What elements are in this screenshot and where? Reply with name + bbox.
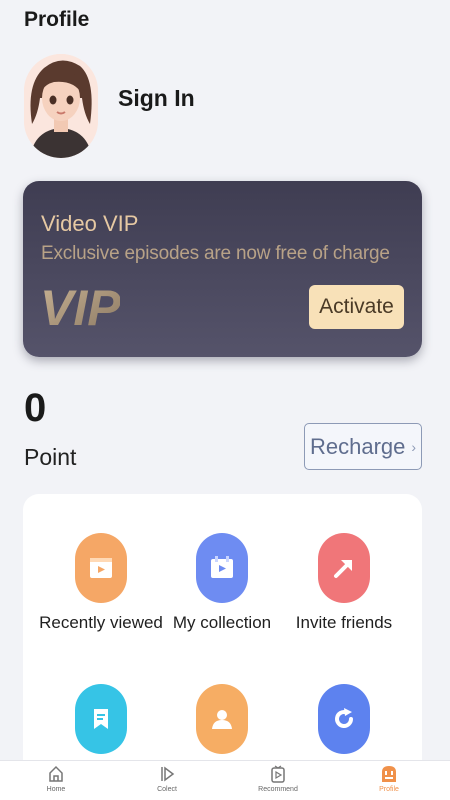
home-icon — [49, 765, 63, 782]
recommend-icon — [271, 765, 285, 783]
collection-icon — [196, 533, 248, 603]
avatar[interactable] — [24, 54, 98, 158]
svg-text:VIP: VIP — [40, 281, 120, 331]
points-value: 0 — [24, 386, 47, 430]
tab-label: Profile — [379, 786, 399, 793]
vip-subtitle: Exclusive episodes are now free of charg… — [41, 243, 390, 264]
tab-label: Home — [46, 786, 66, 793]
feature-label: Recently viewed — [39, 613, 163, 632]
bookmark-icon — [75, 684, 127, 754]
page-title: Profile — [24, 8, 90, 31]
tab-label: Colect — [157, 786, 177, 793]
points-label: Point — [24, 444, 77, 470]
profile-icon — [382, 766, 396, 782]
vip-card[interactable]: Video VIP Exclusive episodes are now fre… — [23, 181, 422, 357]
tab-recommend[interactable]: Recommend — [233, 765, 323, 793]
feature-label: Invite friends — [295, 613, 393, 632]
tab-profile[interactable]: Profile — [344, 765, 434, 793]
tab-label: Recommend — [258, 786, 298, 793]
feature-invite-friends[interactable]: Invite friends — [279, 533, 409, 633]
share-arrow-icon — [318, 533, 370, 603]
features-card: Recently viewed My collection Invite fri… — [23, 494, 422, 800]
feature-bookmarks[interactable] — [36, 684, 166, 764]
tab-home[interactable]: Home — [11, 765, 101, 793]
feature-label: My collection — [172, 613, 272, 632]
vip-title: Video VIP — [41, 211, 139, 236]
feature-recently-viewed[interactable]: Recently viewed — [36, 533, 166, 633]
sign-in-link[interactable]: Sign In — [118, 85, 195, 112]
feature-refresh[interactable] — [279, 684, 409, 764]
vip-logo: VIP — [40, 281, 120, 331]
play-icon — [161, 766, 175, 782]
refresh-icon — [318, 684, 370, 754]
recharge-button[interactable]: Recharge › — [304, 423, 422, 470]
feature-account[interactable] — [157, 684, 287, 764]
person-icon — [196, 684, 248, 754]
tab-colect[interactable]: Colect — [122, 765, 212, 793]
bottom-tab-bar: Home Colect Recommend Profile — [0, 760, 450, 800]
film-icon — [75, 533, 127, 603]
activate-button[interactable]: Activate — [309, 285, 404, 329]
avatar-illustration — [24, 54, 98, 158]
recharge-label: Recharge — [309, 433, 406, 459]
feature-my-collection[interactable]: My collection — [157, 533, 287, 633]
chevron-right-icon: › — [411, 438, 417, 455]
